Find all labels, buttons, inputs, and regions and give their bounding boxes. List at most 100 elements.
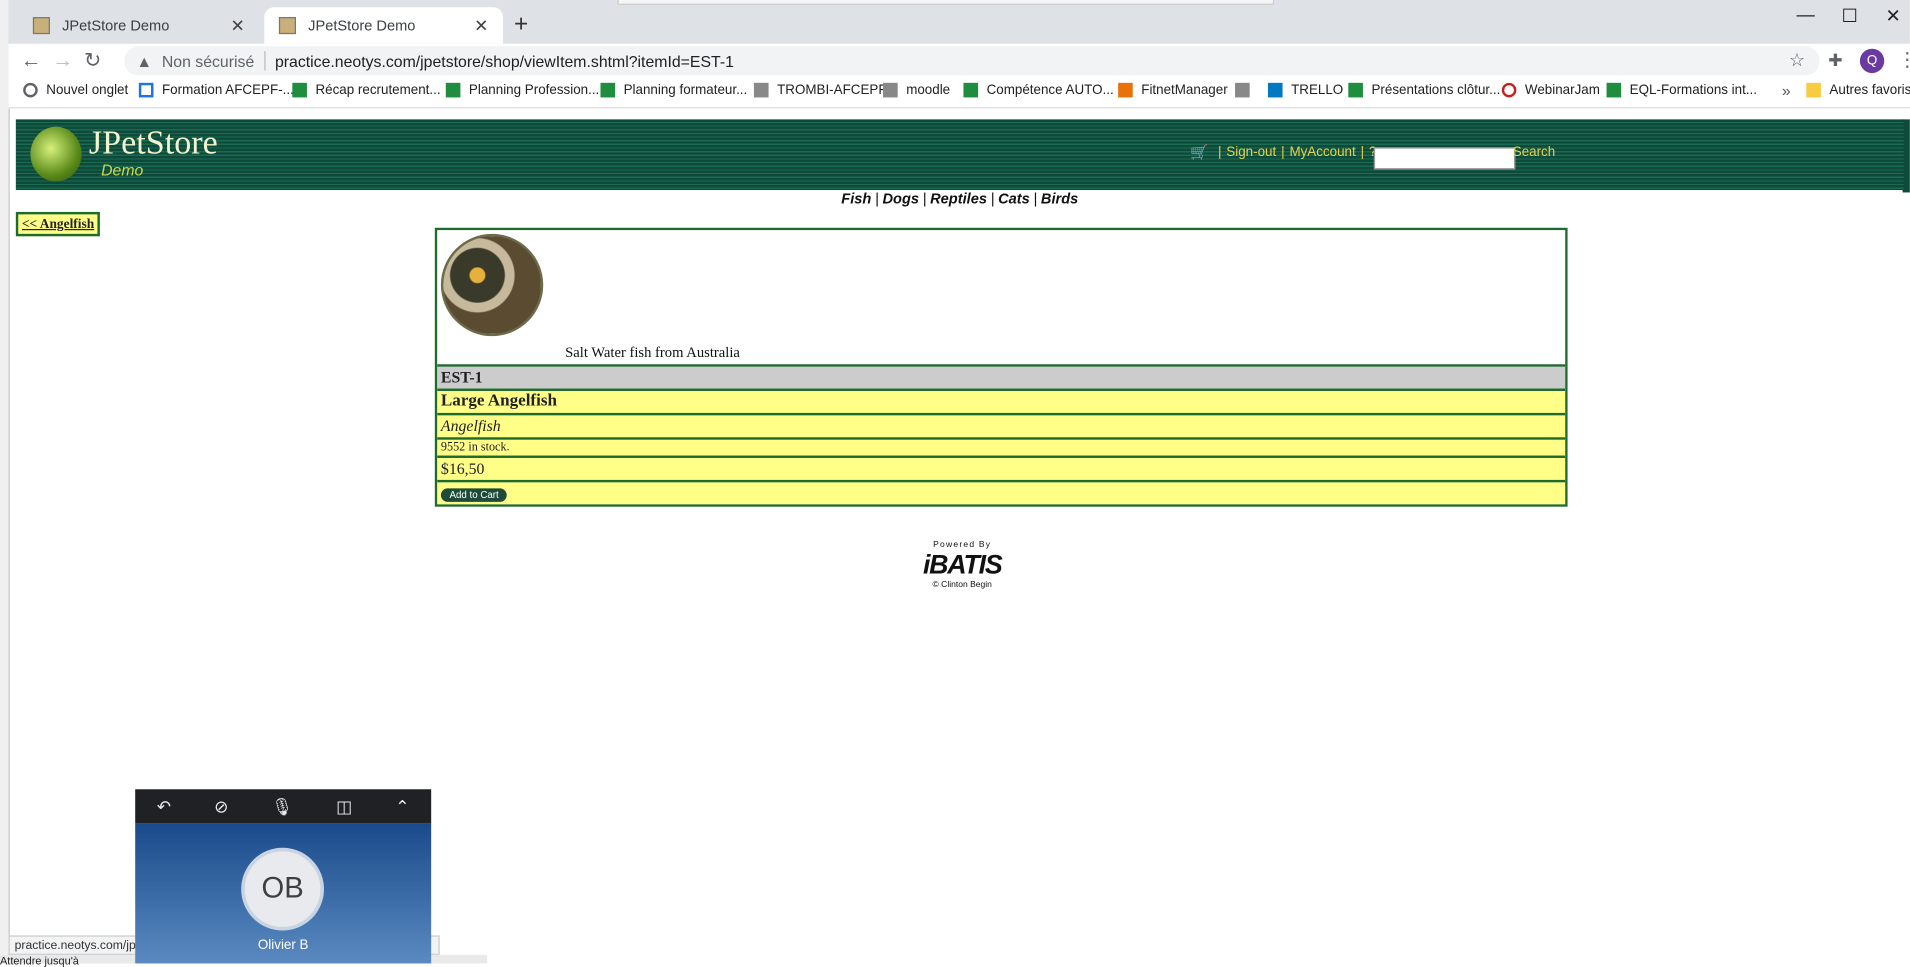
category-cats[interactable]: Cats [998, 190, 1030, 207]
bookmark-item[interactable]: TROMBI-AFCEPF [753, 82, 887, 98]
category-dogs[interactable]: Dogs [882, 190, 919, 207]
warning-icon: ▲ [136, 51, 153, 71]
sheet-icon [1606, 82, 1622, 98]
reload-icon[interactable]: ↻ [84, 49, 101, 73]
picture-in-picture-icon[interactable]: ◫ [336, 796, 352, 817]
bookmark-item[interactable]: Nouvel onglet [23, 82, 128, 98]
signout-link[interactable]: Sign-out [1226, 145, 1276, 160]
sheet-icon [292, 82, 307, 98]
background-window-bar [617, 0, 1275, 5]
ibatis-logo: Powered By iBATIS © Clinton Begin [907, 541, 1017, 590]
bookmark-item[interactable]: Formation AFCEPF-... [138, 82, 294, 98]
background-window-edge [0, 0, 10, 964]
undo-icon[interactable]: ↶ [157, 796, 171, 817]
item-price: $16,50 [437, 455, 1566, 480]
bookmark-item[interactable]: WebinarJam [1501, 82, 1600, 98]
bookmark-item[interactable]: moodle [883, 82, 950, 98]
link-icon [1235, 82, 1250, 98]
camera-off-icon[interactable]: ⊘ [214, 796, 228, 817]
store-brand[interactable]: JPetStore [89, 124, 218, 163]
chevron-up-icon[interactable]: ⌃ [395, 796, 409, 817]
close-tab-icon[interactable]: ✕ [231, 15, 245, 36]
store-menu: 🛒 | Sign-out | MyAccount | ? [1190, 144, 1376, 161]
add-to-cart-button[interactable]: Add to Cart [440, 488, 508, 502]
more-bookmarks-icon[interactable]: » [1782, 82, 1791, 100]
item-id: EST-1 [437, 364, 1566, 389]
divider: | [1217, 144, 1222, 160]
category-birds[interactable]: Birds [1041, 190, 1078, 207]
browser-tab-2[interactable]: JPetStore Demo ✕ [264, 7, 504, 44]
url-text[interactable]: practice.neotys.com/jpetstore/shop/viewI… [275, 52, 734, 70]
item-name: Large Angelfish [437, 388, 1566, 413]
bookmark-item[interactable]: Planning Profession... [445, 82, 599, 98]
bookmark-item[interactable] [1235, 82, 1258, 98]
item-description: Salt Water fish from Australia [565, 343, 740, 361]
tab-title: JPetStore Demo [62, 17, 170, 35]
web-page: JPetStore Demo 🛒 | Sign-out | MyAccount … [15, 119, 1904, 590]
sheet-icon [1348, 82, 1363, 98]
favicon-icon [32, 17, 50, 35]
bookmark-item[interactable]: EQL-Formations int... [1606, 82, 1757, 98]
powered-by-label: Powered By [933, 540, 992, 550]
profile-avatar[interactable]: Q [1859, 48, 1885, 74]
favicon-icon [278, 17, 296, 35]
address-bar[interactable]: ▲ Non sécurisé practice.neotys.com/jpets… [124, 46, 1820, 76]
browser-tab-1[interactable]: JPetStore Demo ✕ [18, 7, 259, 44]
menu-kebab-icon[interactable]: ⋮ [1898, 48, 1910, 72]
minimize-button[interactable]: — [1797, 5, 1815, 26]
link-icon [753, 82, 769, 98]
tab-strip: JPetStore Demo ✕ JPetStore Demo ✕ + — ☐ … [8, 0, 1910, 44]
divider [264, 51, 266, 71]
category-links: Fish | Dogs | Reptiles | Cats | Birds [16, 190, 1904, 207]
back-arrow-icon[interactable]: ← [21, 49, 42, 73]
close-window-button[interactable]: ✕ [1885, 5, 1900, 27]
screen: JPetStore Demo ✕ JPetStore Demo ✕ + — ☐ … [0, 0, 1910, 967]
cart-icon[interactable]: 🛒 [1190, 144, 1208, 161]
divider: | [922, 190, 927, 208]
trello-icon [1267, 82, 1283, 98]
bookmark-star-icon[interactable]: ☆ [1789, 49, 1805, 71]
item-image-cell: Salt Water fish from Australia [437, 230, 1566, 365]
ibatis-wordmark: iBATIS [922, 549, 1003, 580]
folder-icon [1806, 82, 1821, 98]
extensions-icon[interactable]: ✚ [1828, 50, 1842, 71]
category-reptiles[interactable]: Reptiles [930, 190, 987, 207]
item-detail-table: Salt Water fish from Australia EST-1 Lar… [434, 227, 1568, 507]
fish-image [440, 233, 544, 337]
bookmark-item[interactable]: Présentations clôtur... [1348, 82, 1500, 98]
security-label: Non sécurisé [161, 51, 255, 71]
sheet-icon [445, 82, 461, 98]
divider: | [1033, 190, 1038, 208]
bookmarks-bar: Nouvel onglet Formation AFCEPF-... Récap… [8, 77, 1910, 109]
doc-icon [138, 82, 154, 98]
back-to-product-link[interactable]: << Angelfish [15, 211, 101, 237]
other-bookmarks-folder[interactable]: Autres favoris [1806, 82, 1910, 98]
forward-arrow-icon[interactable]: → [52, 49, 73, 73]
divider: | [1281, 144, 1285, 160]
search-button[interactable]: Search [1513, 145, 1555, 160]
bookmark-item[interactable]: Planning formateur... [600, 82, 747, 98]
myaccount-link[interactable]: MyAccount [1289, 145, 1355, 160]
bookmark-item[interactable]: FitnetManager [1118, 82, 1228, 98]
video-call-widget: ↶ ⊘ 🎙 ◫ ⌃ OB Olivier B [135, 789, 432, 964]
tab-title: JPetStore Demo [308, 17, 416, 35]
new-tab-button[interactable]: + [514, 11, 528, 39]
search-input[interactable] [1373, 147, 1516, 170]
fitnet-icon [1118, 82, 1133, 98]
category-fish[interactable]: Fish [841, 190, 871, 207]
microphone-icon[interactable]: 🎙 [271, 796, 293, 817]
bookmark-item[interactable]: Compétence AUTO... [963, 82, 1114, 98]
ibatis-credit: © Clinton Begin [932, 580, 992, 590]
close-tab-icon[interactable]: ✕ [474, 15, 488, 36]
bookmark-item[interactable]: TRELLO [1267, 82, 1343, 98]
parrot-logo-icon[interactable] [30, 126, 82, 182]
webinarjam-icon [1501, 82, 1517, 98]
bookmark-item[interactable]: Récap recrutement... [292, 82, 441, 98]
call-controls: ↶ ⊘ 🎙 ◫ ⌃ [135, 789, 432, 824]
sheet-icon [600, 82, 616, 98]
divider: | [874, 190, 879, 208]
sheet-icon [963, 82, 979, 98]
participant-avatar: OB [241, 847, 324, 931]
item-stock: 9552 in stock. [437, 437, 1566, 456]
maximize-button[interactable]: ☐ [1842, 5, 1858, 27]
